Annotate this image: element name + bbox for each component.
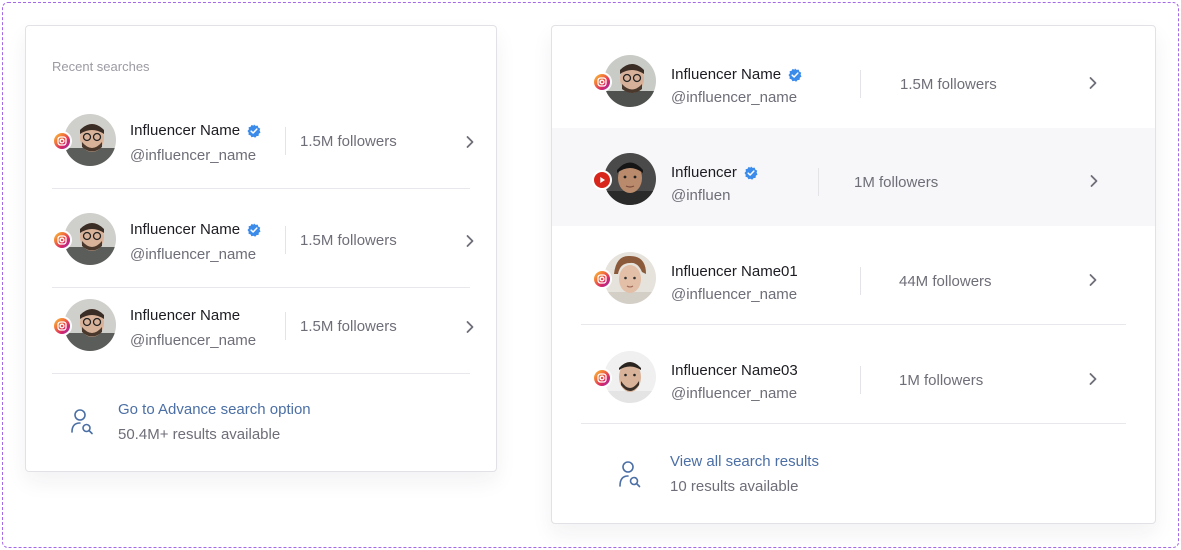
view-all-results-link[interactable]: View all search results bbox=[670, 453, 819, 470]
follower-count: 44M followers bbox=[899, 273, 992, 290]
chevron-right-icon[interactable] bbox=[464, 135, 476, 149]
divider bbox=[860, 70, 861, 98]
follower-count: 1M followers bbox=[899, 372, 984, 389]
search-result-row[interactable]: Influencer Name03 @influencer_name 1M fo… bbox=[552, 326, 1155, 424]
verified-icon bbox=[247, 223, 261, 237]
divider bbox=[285, 127, 286, 155]
chevron-right-icon[interactable] bbox=[1087, 372, 1099, 386]
divider bbox=[860, 366, 861, 394]
search-result-row[interactable]: Influencer Name01 @influencer_name 44M f… bbox=[552, 227, 1155, 325]
chevron-right-icon[interactable] bbox=[1087, 273, 1099, 287]
results-count: 50.4M+ results available bbox=[118, 426, 281, 443]
follower-count: 1.5M followers bbox=[300, 133, 397, 150]
recent-search-row[interactable]: Influencer Name @influencer_name 1.5M fo… bbox=[52, 91, 474, 189]
user-search-icon bbox=[71, 409, 93, 435]
name-line: Influencer Name bbox=[130, 221, 261, 238]
influencer-handle: @influencer_name bbox=[130, 332, 257, 349]
verified-icon bbox=[744, 166, 758, 180]
influencer-handle: @influen bbox=[671, 187, 731, 204]
avatar bbox=[592, 252, 656, 306]
influencer-name: Influencer Name03 bbox=[671, 362, 798, 379]
name-line: Influencer Name bbox=[130, 307, 240, 324]
chevron-right-icon[interactable] bbox=[464, 320, 476, 334]
influencer-handle: @influencer_name bbox=[671, 385, 798, 402]
avatar bbox=[52, 299, 116, 353]
avatar bbox=[52, 213, 116, 267]
search-result-row[interactable]: Influencer Name @influencer_name 1.5M fo… bbox=[552, 30, 1155, 128]
verified-icon bbox=[788, 68, 802, 82]
instagram-icon bbox=[52, 131, 72, 151]
influencer-name: Influencer Name bbox=[130, 122, 241, 139]
influencer-handle: @influencer_name bbox=[130, 246, 257, 263]
influencer-name: Influencer Name bbox=[130, 307, 241, 324]
avatar bbox=[592, 153, 656, 207]
recent-search-row[interactable]: Influencer Name @influencer_name 1.5M fo… bbox=[52, 276, 474, 374]
search-result-row[interactable]: Influencer @influen 1M followers bbox=[552, 128, 1155, 226]
verified-icon bbox=[247, 124, 261, 138]
influencer-name: Influencer bbox=[671, 164, 737, 181]
youtube-icon bbox=[592, 170, 612, 190]
follower-count: 1.5M followers bbox=[300, 232, 397, 249]
instagram-icon bbox=[52, 230, 72, 250]
influencer-name: Influencer Name bbox=[130, 221, 241, 238]
divider bbox=[285, 226, 286, 254]
follower-count: 1.5M followers bbox=[300, 318, 397, 335]
chevron-right-icon[interactable] bbox=[464, 234, 476, 248]
follower-count: 1M followers bbox=[854, 174, 939, 191]
recent-searches-panel: Recent searches Influencer Name @influen… bbox=[25, 25, 497, 472]
avatar bbox=[592, 351, 656, 405]
divider bbox=[285, 312, 286, 340]
search-results-panel: Influencer Name @influencer_name 1.5M fo… bbox=[551, 25, 1156, 524]
user-search-icon bbox=[619, 461, 641, 488]
chevron-right-icon[interactable] bbox=[1087, 76, 1099, 90]
follower-count: 1.5M followers bbox=[900, 76, 997, 93]
instagram-icon bbox=[592, 368, 612, 388]
name-line: Influencer Name bbox=[130, 122, 261, 139]
influencer-name: Influencer Name01 bbox=[671, 263, 798, 280]
influencer-handle: @influencer_name bbox=[671, 89, 798, 106]
recent-search-row[interactable]: Influencer Name @influencer_name 1.5M fo… bbox=[52, 190, 474, 288]
avatar bbox=[52, 114, 116, 168]
instagram-icon bbox=[592, 269, 612, 289]
divider bbox=[860, 267, 861, 295]
advance-search-link[interactable]: Go to Advance search option bbox=[118, 401, 311, 418]
name-line: Influencer Name01 bbox=[671, 263, 798, 280]
results-count: 10 results available bbox=[670, 478, 799, 495]
divider bbox=[818, 168, 819, 196]
instagram-icon bbox=[592, 72, 612, 92]
influencer-handle: @influencer_name bbox=[671, 286, 798, 303]
chevron-right-icon[interactable] bbox=[1088, 174, 1100, 188]
name-line: Influencer Name03 bbox=[671, 362, 798, 379]
influencer-name: Influencer Name bbox=[671, 66, 782, 83]
influencer-handle: @influencer_name bbox=[130, 147, 257, 164]
instagram-icon bbox=[52, 316, 72, 336]
avatar bbox=[592, 55, 656, 109]
recent-searches-title: Recent searches bbox=[52, 59, 150, 74]
name-line: Influencer Name bbox=[671, 66, 802, 83]
name-line: Influencer bbox=[671, 164, 758, 181]
